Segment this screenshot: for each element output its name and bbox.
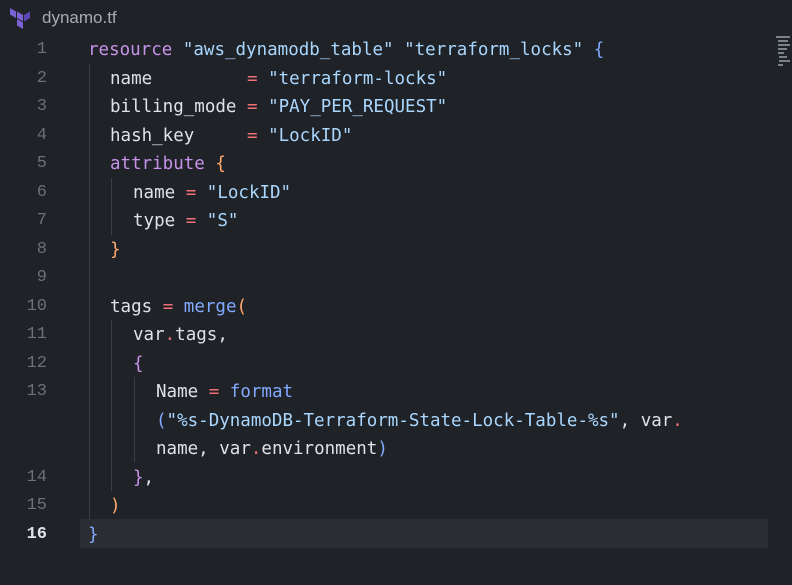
line-number: 3 bbox=[36, 97, 47, 116]
code-line-13: Name = format bbox=[156, 378, 293, 407]
comma: , bbox=[143, 467, 155, 488]
bracket: ) bbox=[377, 439, 388, 459]
identifier: tags bbox=[175, 325, 218, 345]
identifier: name bbox=[156, 439, 199, 459]
indent-guide bbox=[89, 64, 90, 520]
bracket: ( bbox=[236, 296, 248, 317]
code-line-4: hash_key = "LockID" bbox=[110, 122, 352, 151]
line-number: 15 bbox=[26, 496, 47, 515]
line-number: 6 bbox=[36, 182, 47, 202]
comma: , bbox=[619, 410, 631, 431]
operator: = bbox=[162, 296, 174, 317]
code-line-8: } bbox=[110, 236, 121, 265]
indent-guide bbox=[111, 178, 112, 235]
function-name: format bbox=[229, 382, 294, 402]
identifier: var bbox=[640, 410, 673, 431]
code-line-7: type = "S" bbox=[133, 207, 238, 236]
bracket: } bbox=[133, 467, 144, 488]
line-number: 2 bbox=[36, 68, 47, 88]
identifier: var bbox=[133, 325, 165, 345]
tab-bar: dynamo.tf bbox=[0, 0, 792, 36]
minimap[interactable] bbox=[776, 36, 790, 68]
string: "LockID" bbox=[206, 182, 292, 203]
code-line-15: ) bbox=[110, 492, 121, 521]
bracket: { bbox=[215, 154, 226, 174]
line-number: 8 bbox=[36, 239, 47, 259]
bracket: } bbox=[110, 239, 121, 260]
line-number: 4 bbox=[36, 125, 47, 145]
code-editor[interactable]: 1 2 3 4 5 6 7 8 9 10 11 12 13 14 15 16 r… bbox=[0, 36, 792, 585]
operator: = bbox=[246, 68, 258, 89]
line-number: 14 bbox=[26, 467, 47, 487]
code-line-11: var.tags, bbox=[133, 321, 228, 350]
bracket: { bbox=[593, 40, 605, 60]
code-line-2: name = "terraform-locks" bbox=[110, 65, 447, 94]
attribute-key: hash_key bbox=[110, 125, 195, 146]
operator: . bbox=[164, 325, 176, 345]
line-number: 1 bbox=[36, 40, 47, 59]
attribute-key: type bbox=[133, 211, 176, 231]
code-line-12: { bbox=[133, 350, 144, 379]
comma: , bbox=[217, 325, 228, 345]
line-number: 11 bbox=[26, 325, 47, 344]
string: "%s-DynamoDB-Terraform-State-Lock-Table-… bbox=[166, 410, 620, 431]
attribute-key: name bbox=[110, 68, 153, 89]
operator: = bbox=[185, 211, 197, 231]
code-line-5: attribute { bbox=[110, 150, 226, 179]
tab-title: dynamo.tf bbox=[42, 8, 117, 27]
operator: = bbox=[208, 382, 220, 402]
string: "LockID" bbox=[268, 125, 353, 146]
line-number-active: 16 bbox=[26, 524, 47, 544]
current-line-highlight bbox=[80, 519, 768, 548]
identifier: environment bbox=[261, 439, 378, 459]
operator: = bbox=[185, 182, 197, 203]
operator: . bbox=[250, 439, 262, 459]
string: "terraform-locks" bbox=[268, 68, 448, 89]
line-number: 9 bbox=[36, 268, 47, 287]
attribute-key: billing_mode bbox=[110, 97, 237, 117]
string: "PAY_PER_REQUEST" bbox=[268, 97, 448, 117]
bracket: ( bbox=[156, 410, 167, 431]
line-number: 13 bbox=[26, 382, 47, 401]
identifier: var bbox=[219, 439, 251, 459]
tab-dynamo-tf[interactable]: dynamo.tf bbox=[0, 0, 170, 36]
line-number: 5 bbox=[36, 154, 47, 173]
string: "S" bbox=[206, 211, 239, 231]
attribute-key: Name bbox=[156, 382, 199, 402]
code-line-3: billing_mode = "PAY_PER_REQUEST" bbox=[110, 93, 447, 122]
comma: , bbox=[198, 439, 209, 459]
bracket: } bbox=[88, 524, 99, 545]
code-line-14: }, bbox=[133, 464, 154, 493]
code-line-16: } bbox=[88, 521, 99, 550]
line-number: 12 bbox=[26, 353, 47, 373]
indent-guide bbox=[134, 377, 135, 462]
bracket: { bbox=[133, 353, 144, 374]
function-name: merge bbox=[183, 296, 237, 317]
code-line-13-wrap-1: ("%s-DynamoDB-Terraform-State-Lock-Table… bbox=[156, 407, 683, 436]
attribute-key: name bbox=[133, 182, 176, 203]
terraform-icon bbox=[10, 8, 30, 29]
operator: = bbox=[246, 97, 258, 117]
string: "aws_dynamodb_table" bbox=[182, 40, 394, 60]
operator: . bbox=[672, 410, 683, 431]
string: "terraform_locks" bbox=[404, 40, 584, 60]
line-number: 7 bbox=[36, 211, 47, 230]
code-line-10: tags = merge( bbox=[110, 293, 247, 322]
attribute-key: tags bbox=[110, 296, 153, 317]
indent-guide bbox=[111, 320, 112, 491]
keyword: resource bbox=[88, 40, 173, 60]
code-line-6: name = "LockID" bbox=[133, 179, 291, 208]
line-number: 10 bbox=[26, 296, 47, 316]
keyword: attribute bbox=[110, 154, 205, 174]
bracket: ) bbox=[110, 496, 121, 516]
code-line-1: resource "aws_dynamodb_table" "terraform… bbox=[88, 36, 604, 65]
code-line-13-wrap-2: name, var.environment) bbox=[156, 435, 388, 464]
operator: = bbox=[246, 125, 258, 146]
